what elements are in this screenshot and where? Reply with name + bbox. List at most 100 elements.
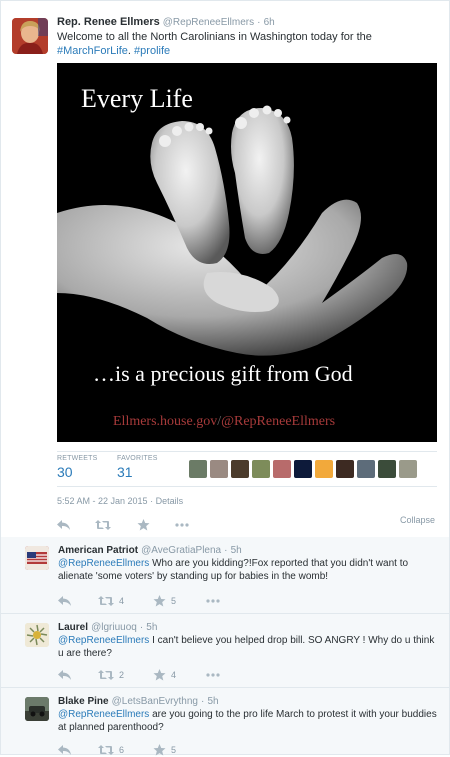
favorite-count: 4 — [171, 670, 177, 680]
person-photo-avatar[interactable] — [189, 460, 207, 478]
reply-time[interactable]: 5h — [146, 622, 157, 633]
author-avatar[interactable] — [12, 18, 48, 54]
collapse-link[interactable]: Collapse — [400, 515, 435, 525]
details-link[interactable]: Details — [156, 496, 184, 506]
retweet-count: 2 — [119, 670, 125, 680]
reply-action[interactable] — [57, 518, 71, 532]
image-tagline: …is a precious gift from God — [93, 361, 353, 386]
photo-avatar[interactable] — [252, 460, 270, 478]
reply-author-name[interactable]: American Patriot — [58, 545, 138, 556]
reply-arrow-icon — [57, 520, 70, 530]
star-icon — [153, 669, 166, 681]
reply-mention[interactable]: @RepReneeEllmers — [58, 709, 149, 720]
author-name[interactable]: Rep. Renee Ellmers — [57, 16, 160, 28]
reply-author-name[interactable]: Blake Pine — [58, 696, 109, 707]
retweet-count: 6 — [119, 745, 125, 755]
more-dots-icon — [206, 599, 220, 603]
reply-header: American Patriot @AveGratiaPlena · 5h — [58, 544, 242, 556]
favorites-label: FAVORITES — [117, 455, 158, 462]
tweet-text: Welcome to all the North Carolinians in … — [57, 30, 442, 58]
reply-actions: 2 4 — [58, 668, 258, 682]
tweet-time[interactable]: 6h — [264, 17, 275, 28]
animal-avatar[interactable] — [399, 460, 417, 478]
reply-arrow-icon — [58, 670, 71, 680]
tweet-text-prefix: Welcome to all the North Carolinians in … — [57, 31, 372, 43]
retweet-icon — [98, 670, 114, 680]
reply-avatar[interactable] — [25, 623, 49, 647]
favorite-action[interactable]: 5 — [153, 594, 176, 608]
reply-tweet[interactable]: Laurel @lgriuuoq · 5h @RepReneeEllmers I… — [0, 614, 450, 688]
author-handle[interactable]: @RepReneeEllmers — [163, 17, 254, 28]
reply-header: Blake Pine @LetsBanEvrythng · 5h — [58, 695, 219, 707]
reply-tweet[interactable]: American Patriot @AveGratiaPlena · 5h @R… — [0, 537, 450, 614]
reply-header: Laurel @lgriuuoq · 5h — [58, 621, 157, 633]
reply-author-handle[interactable]: @lgriuuoq — [91, 622, 137, 633]
hashtag-marchforlife[interactable]: #MarchForLife — [57, 45, 128, 57]
more-action[interactable] — [206, 594, 220, 608]
dark-photo-avatar[interactable] — [231, 460, 249, 478]
tweet-actions — [57, 518, 257, 532]
tweet-timestamp[interactable]: 5:52 AM - 22 Jan 2015 — [57, 496, 148, 506]
blue-line-avatar[interactable] — [294, 460, 312, 478]
reply-author-handle[interactable]: @AveGratiaPlena — [141, 545, 221, 556]
favorite-action[interactable]: 4 — [153, 668, 176, 682]
tweet-meta: 5:52 AM - 22 Jan 2015 · Details — [57, 496, 183, 506]
reply-mention[interactable]: @RepReneeEllmers — [58, 635, 149, 646]
reply-avatar[interactable] — [25, 697, 49, 721]
reply-text: @RepReneeEllmers Who are you kidding?!Fo… — [58, 557, 438, 583]
favorite-count: 5 — [171, 596, 177, 606]
more-dots-icon — [206, 673, 220, 677]
reply-text: @RepReneeEllmers are you going to the pr… — [58, 708, 438, 734]
retweet-action[interactable]: 4 — [98, 594, 124, 608]
photo-avatar[interactable] — [357, 460, 375, 478]
more-dots-icon — [175, 523, 189, 527]
reply-time[interactable]: 5h — [207, 696, 218, 707]
reply-arrow-icon — [58, 596, 71, 606]
more-action[interactable] — [175, 518, 189, 532]
tweet-image-graphic: Every Life …is a precious gift from God … — [57, 63, 437, 442]
retweet-action[interactable]: 2 — [98, 668, 124, 682]
dark-photo-avatar[interactable] — [336, 460, 354, 478]
image-footer: Ellmers.house.gov/@RepReneeEllmers — [113, 414, 335, 429]
retweets-label: RETWEETS — [57, 455, 98, 462]
retweet-action[interactable] — [95, 518, 111, 532]
separator: · — [139, 622, 144, 633]
reply-author-name[interactable]: Laurel — [58, 622, 88, 633]
reply-author-handle[interactable]: @LetsBanEvrythng — [112, 696, 198, 707]
retweet-count: 4 — [119, 596, 125, 606]
favorite-count: 5 — [171, 745, 177, 755]
star-icon — [153, 744, 166, 756]
landscape-avatar[interactable] — [378, 460, 396, 478]
tweet-header: Rep. Renee Ellmers @RepReneeEllmers · 6h — [57, 16, 275, 28]
star-icon — [153, 595, 166, 607]
reply-text: @RepReneeEllmers I can't believe you hel… — [58, 634, 438, 660]
image-headline: Every Life — [81, 84, 193, 113]
separator: · — [257, 17, 261, 28]
separator: · — [201, 696, 205, 707]
reply-action[interactable] — [58, 594, 72, 608]
retweet-icon — [98, 745, 114, 755]
flag-avatar[interactable] — [273, 460, 291, 478]
retweet-icon — [95, 520, 111, 530]
orange-avatar[interactable] — [315, 460, 333, 478]
reply-mention[interactable]: @RepReneeEllmers — [58, 558, 149, 569]
tweet-stats: RETWEETS 30 FAVORITES 31 — [57, 451, 437, 487]
reply-tweet[interactable]: Blake Pine @LetsBanEvrythng · 5h @RepRen… — [0, 688, 450, 756]
favorites-stat[interactable]: FAVORITES 31 — [117, 455, 158, 480]
image-footer-handle: @RepReneeEllmers — [221, 414, 335, 429]
retweet-icon — [98, 596, 114, 606]
person-photo-avatar[interactable] — [210, 460, 228, 478]
reply-avatar[interactable] — [25, 546, 49, 570]
favorite-action[interactable] — [137, 518, 150, 532]
reply-time[interactable]: 5h — [231, 545, 242, 556]
more-action[interactable] — [206, 668, 220, 682]
reply-action[interactable] — [58, 668, 72, 682]
star-icon — [137, 519, 150, 531]
tweet-image[interactable]: Every Life …is a precious gift from God … — [57, 63, 437, 442]
separator: · — [224, 545, 228, 556]
reply-arrow-icon — [58, 745, 71, 755]
main-tweet: Rep. Renee Ellmers @RepReneeEllmers · 6h… — [0, 0, 450, 537]
retweets-stat[interactable]: RETWEETS 30 — [57, 455, 98, 480]
reply-actions: 4 5 — [58, 594, 258, 608]
hashtag-prolife[interactable]: #prolife — [134, 45, 170, 57]
